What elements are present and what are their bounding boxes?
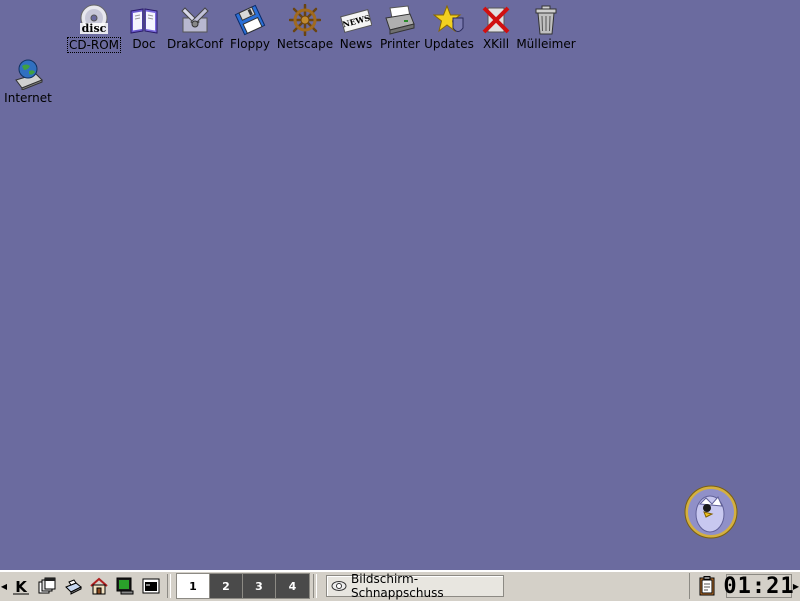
svg-text:K: K xyxy=(15,578,28,595)
desktop-icon-label: Doc xyxy=(132,37,156,51)
panel-hide-right-button[interactable]: ▶ xyxy=(792,572,800,600)
terminal-green-icon xyxy=(116,577,134,595)
system-icon xyxy=(65,579,82,595)
desktop-icon-label: Internet xyxy=(4,91,52,105)
desktop-icon-netscape[interactable]: Netscape xyxy=(276,4,334,51)
taskbar: ◀ K 1 2 3 4 Bildschirm-Schnappschuss 01:… xyxy=(0,570,800,601)
clipboard-icon xyxy=(699,576,715,596)
kde-menu-button[interactable]: K xyxy=(9,574,33,598)
system-tray: 01:21 xyxy=(689,573,794,599)
desktop-icon-label: Updates xyxy=(424,37,474,51)
svg-text:disc: disc xyxy=(82,22,107,35)
trash-icon xyxy=(530,4,562,36)
desktop-icon-label: Mülleimer xyxy=(516,37,576,51)
desktop-icon-printer[interactable]: Printer xyxy=(378,4,422,51)
ship-wheel-icon xyxy=(289,4,321,36)
book-icon xyxy=(128,4,160,36)
desktop-icon-trash[interactable]: Mülleimer xyxy=(516,4,576,51)
desktop-icon-cdrom[interactable]: disc CD-ROM xyxy=(62,4,126,53)
home-icon xyxy=(90,577,108,595)
pager-desktop-4[interactable]: 4 xyxy=(276,574,309,598)
star-shield-icon xyxy=(433,4,465,36)
cdrom-icon: disc xyxy=(78,4,110,36)
separator xyxy=(313,574,317,598)
desktop-icon-internet[interactable]: Internet xyxy=(4,58,52,105)
pager-desktop-1[interactable]: 1 xyxy=(177,574,210,598)
xkill-icon xyxy=(480,4,512,36)
system-button[interactable] xyxy=(61,574,85,598)
kde-menu-icon: K xyxy=(13,578,29,595)
desktop-icon-label: Netscape xyxy=(276,37,334,51)
desktop-icon-label: XKill xyxy=(482,37,510,51)
tools-icon xyxy=(179,4,211,36)
klipper-button[interactable] xyxy=(695,574,719,598)
printer-icon xyxy=(384,4,416,36)
terminal-button[interactable] xyxy=(139,574,163,598)
desktop-icon-label: CD-ROM xyxy=(66,37,122,53)
terminal-green-button[interactable] xyxy=(113,574,137,598)
separator xyxy=(167,574,171,598)
desktop-icon-drakconf[interactable]: DrakConf xyxy=(166,4,224,51)
task-button-screenshot[interactable]: Bildschirm-Schnappschuss xyxy=(326,572,504,600)
desktop-icon-label: News xyxy=(339,37,373,51)
terminal-icon xyxy=(142,578,160,594)
desktop-icon-xkill[interactable]: XKill xyxy=(478,4,514,51)
desktop-icon-news[interactable]: NEWS News xyxy=(338,4,374,51)
clock[interactable]: 01:21 xyxy=(723,574,793,599)
camera-icon xyxy=(331,580,347,592)
desktop-pager: 1 2 3 4 xyxy=(176,573,310,599)
pager-desktop-3[interactable]: 3 xyxy=(243,574,276,598)
newspaper-icon: NEWS xyxy=(340,4,372,36)
konqi-egg-icon[interactable] xyxy=(684,484,738,540)
window-list-icon xyxy=(38,577,56,594)
desktop-icon-label: Floppy xyxy=(230,37,270,51)
desktop-icon-doc[interactable]: Doc xyxy=(126,4,162,51)
task-button-label: Bildschirm-Schnappschuss xyxy=(351,572,444,600)
desktop-icon-floppy[interactable]: Floppy xyxy=(228,4,272,51)
globe-icon xyxy=(12,58,44,90)
window-list-button[interactable] xyxy=(35,574,59,598)
pager-desktop-2[interactable]: 2 xyxy=(210,574,243,598)
floppy-icon xyxy=(234,4,266,36)
desktop[interactable]: disc CD-ROM Doc DrakConf Floppy Netscape… xyxy=(0,0,800,570)
desktop-icon-label: Printer xyxy=(380,37,420,51)
home-button[interactable] xyxy=(87,574,111,598)
panel-hide-left-button[interactable]: ◀ xyxy=(0,572,8,600)
desktop-icon-updates[interactable]: Updates xyxy=(424,4,474,51)
desktop-icon-label: DrakConf xyxy=(166,37,224,51)
